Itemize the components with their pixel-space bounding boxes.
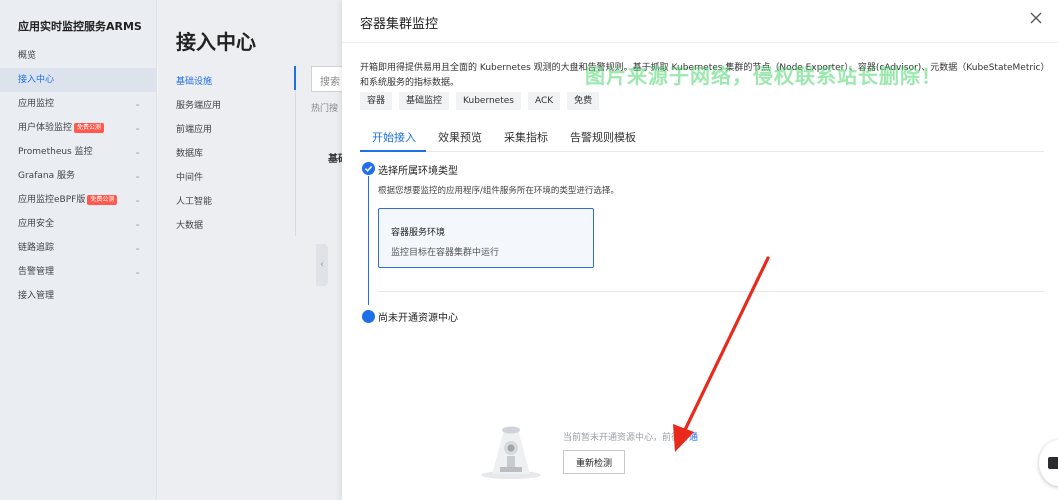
step-connector xyxy=(368,176,369,305)
sidebar: 应用实时监控服务ARMS 概览 接入中心 应用监控 ⌄ 用户体验监控 免费公测 ⌄ Prome… xyxy=(0,0,157,500)
step2-dot-icon xyxy=(362,310,375,323)
hot-search-label: 热门搜 xyxy=(311,104,339,114)
collapse-sidebar-handle[interactable]: ‹ xyxy=(316,244,328,286)
category-item[interactable]: 中间件 xyxy=(176,170,203,183)
sidebar-item[interactable]: 链路追踪 ⌄ xyxy=(0,236,157,260)
activate-link[interactable]: 开通 xyxy=(680,433,698,443)
watermark-text: 图片来源于网络，侵权联系站长删除！ xyxy=(585,64,942,88)
sidebar-item-label: 应用监控 xyxy=(18,99,55,109)
tag: Kubernetes xyxy=(456,92,521,110)
tab[interactable]: 效果预览 xyxy=(438,129,482,145)
category-item[interactable]: 基础设施 xyxy=(176,74,212,87)
sidebar-item-label: 应用监控eBPF版 xyxy=(18,195,86,205)
chevron-down-icon: ⌄ xyxy=(134,267,141,276)
sidebar-item-label: 接入管理 xyxy=(18,291,55,301)
sidebar-item[interactable]: 应用监控eBPF版 免费公测 ⌄ xyxy=(0,188,157,212)
category-item[interactable]: 服务端应用 xyxy=(176,98,221,111)
sidebar-item[interactable]: 应用安全 ⌄ xyxy=(0,212,157,236)
tab-active-indicator xyxy=(360,150,426,152)
category-item[interactable]: 人工智能 xyxy=(176,194,212,207)
tag: 容器 xyxy=(360,92,393,110)
sidebar-item[interactable]: 接入中心 xyxy=(0,68,157,92)
sidebar-item-label: 链路追踪 xyxy=(18,243,55,253)
section-divider xyxy=(378,291,1044,292)
drawer-header-divider xyxy=(342,42,1058,43)
category-item[interactable]: 数据库 xyxy=(176,146,203,159)
tag: ACK xyxy=(527,92,561,110)
chevron-down-icon: ⌄ xyxy=(134,243,141,252)
tab[interactable]: 开始接入 xyxy=(372,129,416,145)
env-card-title: 容器服务环境 xyxy=(391,228,446,238)
chevron-down-icon: ⌄ xyxy=(134,195,141,204)
access-center-panel: 接入中心 基础设施 服务端应用 前端应用 数据库 中间件 人工智能 大数据 搜索 热门搜 基… xyxy=(158,0,351,500)
chevron-down-icon: ⌄ xyxy=(134,147,141,156)
status-badge: 免费公测 xyxy=(87,195,118,205)
chevron-down-icon: ⌄ xyxy=(134,99,141,108)
empty-state-text: 当前暂未开通资源中心，前往开通 xyxy=(563,433,699,443)
status-badge: 免费公测 xyxy=(74,123,105,133)
sidebar-item-label: 用户体验监控 xyxy=(18,123,73,133)
sidebar-item-label: 告警管理 xyxy=(18,267,55,277)
close-icon[interactable] xyxy=(1028,10,1044,26)
step1-hint: 根据您想要监控的应用程序/组件服务所在环境的类型进行选择。 xyxy=(378,186,619,196)
check-icon xyxy=(362,162,375,175)
category-item[interactable]: 大数据 xyxy=(176,218,203,231)
sidebar-item-label: 应用安全 xyxy=(18,219,55,229)
tag: 免费 xyxy=(567,92,600,110)
category-column-divider xyxy=(295,66,296,236)
sidebar-item-label: 概览 xyxy=(18,51,37,61)
drawer-panel: 容器集群监控 开箱即用得提供易用且全面的 Kubernetes 观测的大盘和告警… xyxy=(342,0,1058,500)
sidebar-item[interactable]: 告警管理 ⌄ xyxy=(0,260,157,284)
chevron-down-icon: ⌄ xyxy=(134,219,141,228)
sidebar-item[interactable]: 概览 xyxy=(0,44,157,68)
drawer-title: 容器集群监控 xyxy=(360,17,439,32)
tab-bar: 开始接入 效果预览 采集指标 告警规则模板 xyxy=(360,126,1044,152)
recheck-button[interactable]: 重新检测 xyxy=(563,450,625,474)
sidebar-item[interactable]: 用户体验监控 免费公测 ⌄ xyxy=(0,116,157,140)
section-heading: 基础 xyxy=(328,154,342,165)
chevron-down-icon: ⌄ xyxy=(134,123,141,132)
sidebar-item-label: 接入中心 xyxy=(18,75,55,85)
category-active-indicator xyxy=(294,66,296,90)
chevron-down-icon: ⌄ xyxy=(134,171,141,180)
page-title: 接入中心 xyxy=(176,30,256,54)
step2-title: 尚未开通资源中心 xyxy=(378,313,458,324)
step1-title: 选择所属环境类型 xyxy=(378,166,458,177)
empty-state-illustration xyxy=(481,426,541,479)
sidebar-item[interactable]: Grafana 服务 ⌄ xyxy=(0,164,157,188)
env-card-container-service[interactable]: 容器服务环境 监控目标在容器集群中运行 xyxy=(378,208,594,268)
category-item[interactable]: 前端应用 xyxy=(176,122,212,135)
sidebar-item[interactable]: 接入管理 xyxy=(0,284,157,308)
tag: 基础监控 xyxy=(399,92,450,110)
tag-list: 容器 基础监控 Kubernetes ACK 免费 xyxy=(360,92,600,110)
sidebar-item-label: Prometheus 监控 xyxy=(18,147,93,157)
env-card-desc: 监控目标在容器集群中运行 xyxy=(391,248,500,258)
chevron-left-icon: ‹ xyxy=(320,259,324,270)
sidebar-item-label: Grafana 服务 xyxy=(18,171,75,181)
tab[interactable]: 告警规则模板 xyxy=(570,129,636,145)
help-icon xyxy=(1048,457,1058,469)
sidebar-title: 应用实时监控服务ARMS xyxy=(18,20,142,33)
sidebar-item[interactable]: 应用监控 ⌄ xyxy=(0,92,157,116)
sidebar-item[interactable]: Prometheus 监控 ⌄ xyxy=(0,140,157,164)
tab[interactable]: 采集指标 xyxy=(504,129,548,145)
